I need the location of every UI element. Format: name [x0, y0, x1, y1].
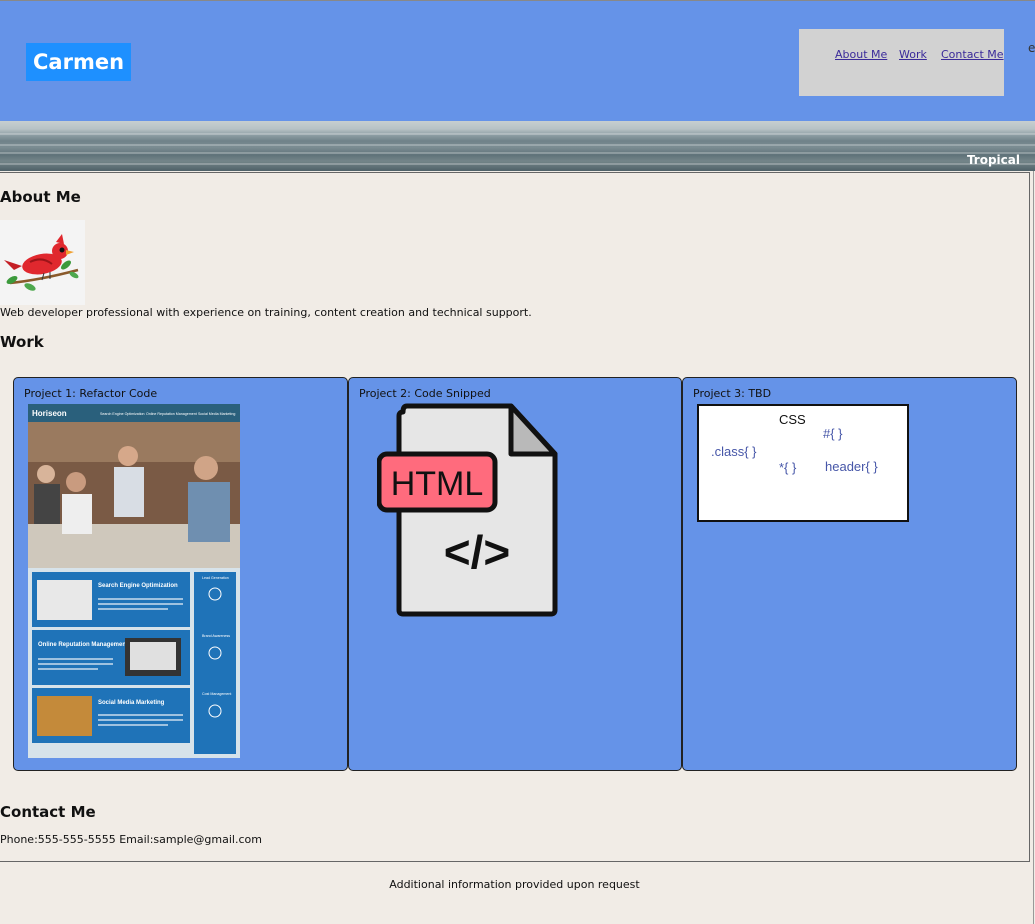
project-title: Project 3: TBD: [693, 387, 772, 400]
nav-link-about[interactable]: About Me: [835, 48, 887, 61]
project-1-screenshot[interactable]: Horiseon Search Engine Optimization Onli…: [28, 404, 240, 758]
footer-text: Additional information provided upon req…: [389, 878, 640, 891]
snippet-css: CSS: [779, 412, 806, 427]
project-card-1[interactable]: Project 1: Refactor Code Horiseon Search…: [13, 377, 348, 771]
thumb-side-2: Brand Awareness: [202, 634, 230, 638]
site-footer: Additional information provided upon req…: [0, 878, 1029, 891]
right-border: [1033, 171, 1034, 924]
snippet-header: header{ }: [825, 459, 878, 474]
nav-link-contact[interactable]: Contact Me: [941, 48, 1004, 61]
about-description: Web developer professional with experien…: [0, 306, 532, 319]
thumb-brand: Horiseon: [32, 409, 67, 418]
contact-details: Phone:555-555-5555 Email:sample@gmail.co…: [0, 833, 262, 846]
main-nav: About Me Work Contact Me: [799, 29, 1004, 96]
project-card-3[interactable]: Project 3: TBD CSS #{ } .class{ } *{ } h…: [682, 377, 1017, 771]
thumb-nav-2: Online Reputation Management: [146, 412, 197, 416]
thumb-nav-1: Search Engine Optimization: [100, 412, 145, 416]
thumb-card-1: Search Engine Optimization: [98, 583, 178, 589]
site-header: Carmen About Me Work Contact Me e: [0, 1, 1035, 121]
about-heading: About Me: [0, 188, 81, 206]
profile-image: [0, 220, 85, 305]
thumb-side-1: Lead Generation: [202, 576, 229, 580]
thumb-card-3: Social Media Marketing: [98, 700, 165, 706]
clipped-edge-text: e: [1028, 41, 1035, 55]
nav-link-work[interactable]: Work: [899, 48, 927, 61]
project-title: Project 2: Code Snipped: [359, 387, 491, 400]
thumb-side-3: Cost Management: [202, 692, 231, 696]
hero-banner: Tropical: [0, 121, 1035, 171]
main-content: About Me Web developer professional with…: [0, 172, 1030, 862]
site-logo[interactable]: Carmen: [26, 43, 132, 81]
project-title: Project 1: Refactor Code: [24, 387, 158, 400]
snippet-universal: *{ }: [779, 460, 797, 475]
css-snippet-image[interactable]: CSS #{ } .class{ } *{ } header{ }: [697, 404, 909, 522]
snippet-class: .class{ }: [711, 444, 757, 459]
html-file-icon[interactable]: HTML </>: [377, 402, 561, 618]
html-label: HTML: [391, 465, 484, 503]
snippet-id: #{ }: [823, 426, 843, 441]
code-glyph: </>: [444, 526, 511, 578]
work-heading: Work: [0, 333, 44, 351]
thumb-card-2: Online Reputation Management: [38, 642, 128, 648]
project-card-2[interactable]: Project 2: Code Snipped HTML </>: [348, 377, 682, 771]
contact-heading: Contact Me: [0, 803, 96, 821]
banner-label: Tropical: [966, 153, 1020, 167]
thumb-nav-3: Social Media Marketing: [198, 412, 235, 416]
